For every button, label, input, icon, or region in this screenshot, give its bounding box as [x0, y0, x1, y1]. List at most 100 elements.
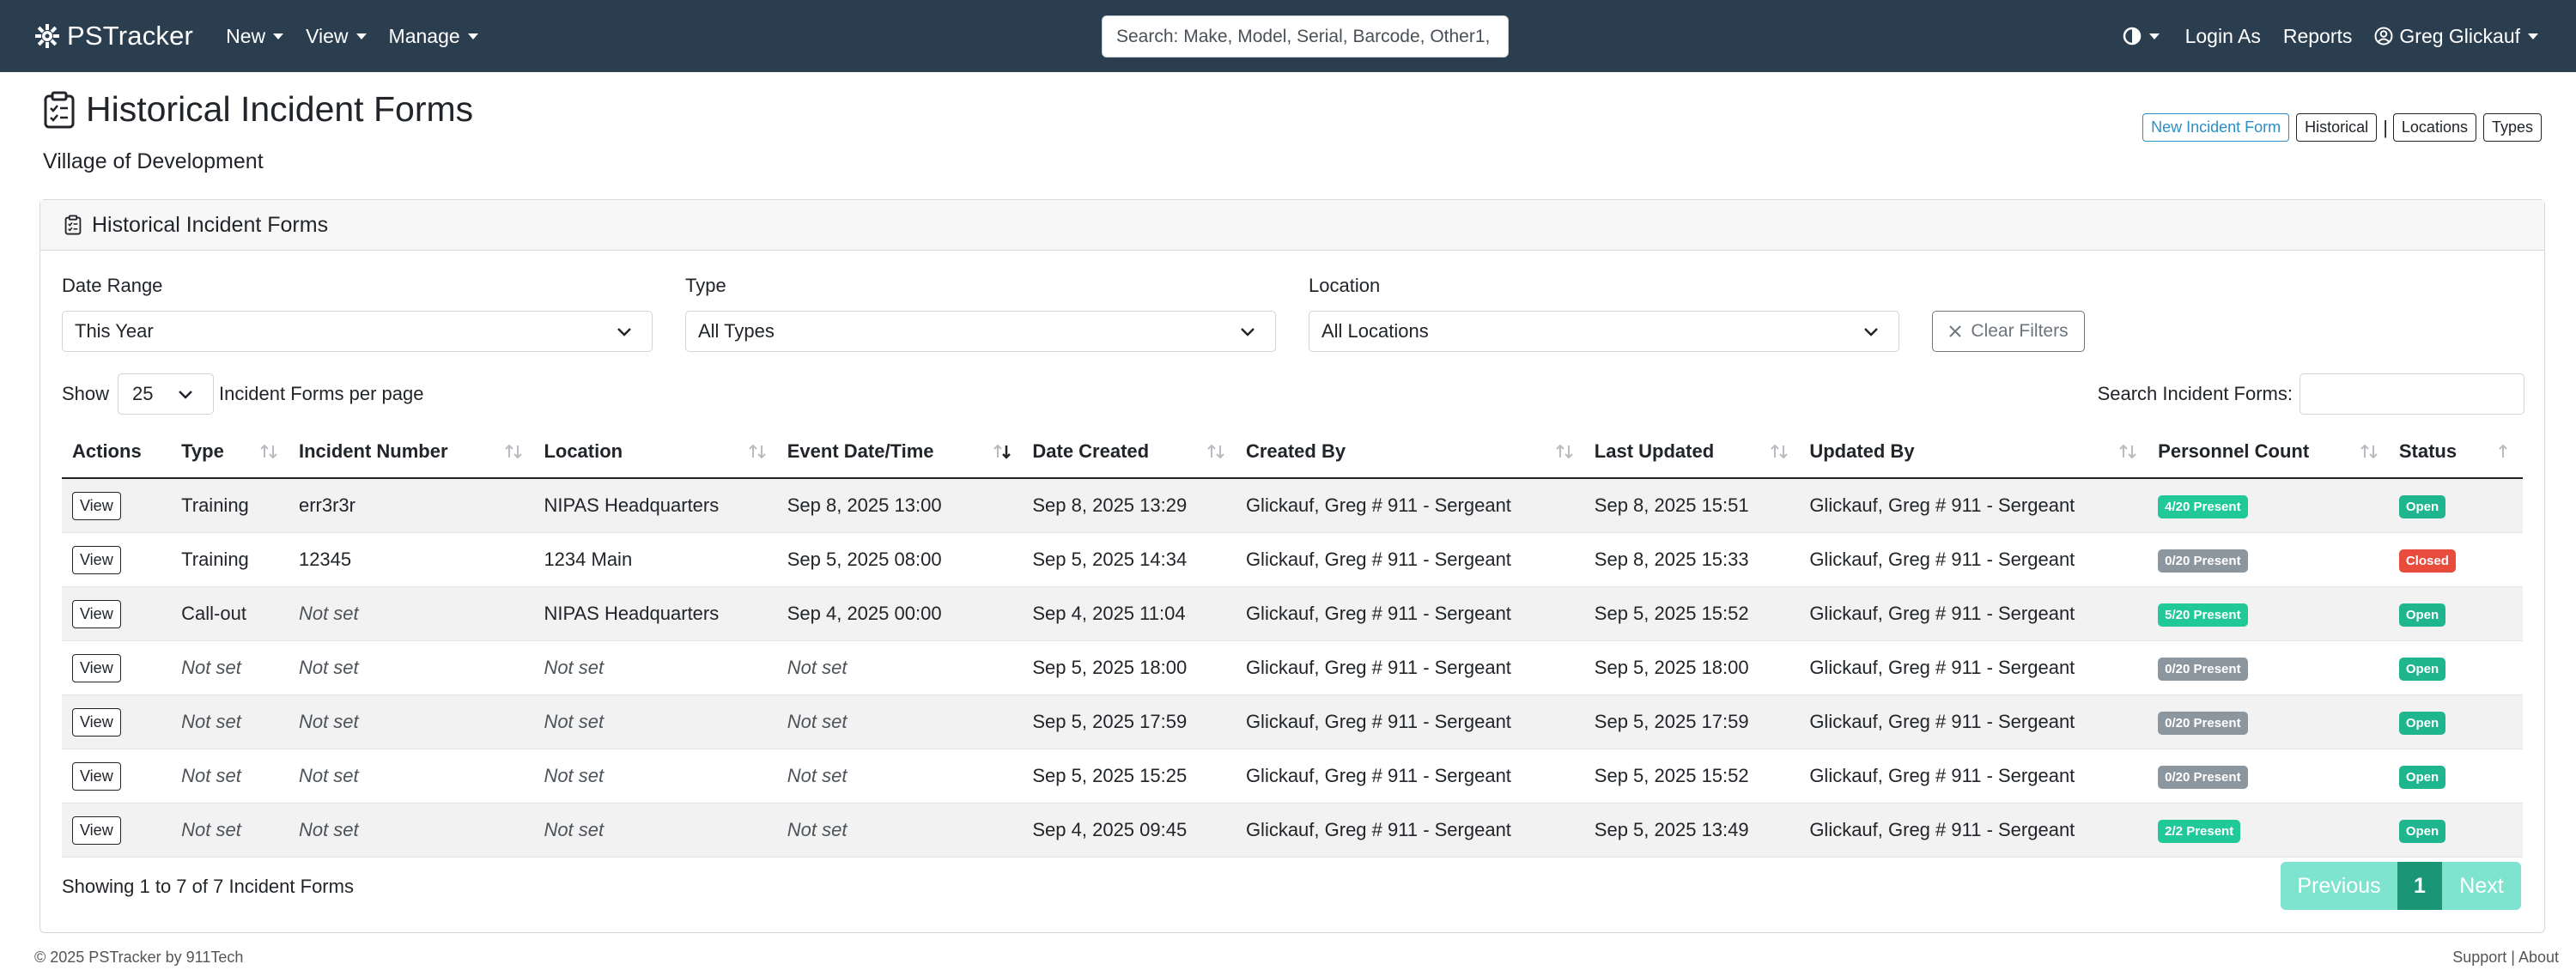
number-cell: Not set — [288, 803, 534, 858]
column-header: Actions — [62, 426, 172, 479]
updated-cell: Sep 8, 2025 15:51 — [1583, 478, 1800, 533]
column-header[interactable]: Type — [171, 426, 289, 479]
page-1-button[interactable]: 1 — [2397, 862, 2442, 910]
updated-cell: Sep 5, 2025 13:49 — [1583, 803, 1800, 858]
status-cell: Open — [2388, 640, 2523, 695]
number-cell: Not set — [288, 749, 534, 803]
global-search-input[interactable] — [1102, 15, 1509, 58]
card-header: Historical Incident Forms — [40, 200, 2544, 251]
created-by-cell: Glickauf, Greg # 911 - Sergeant — [1235, 749, 1584, 803]
type-cell: Call-out — [171, 586, 289, 641]
created-cell: Sep 5, 2025 14:34 — [1022, 532, 1236, 587]
brand-logo[interactable]: PSTracker — [34, 21, 193, 52]
actions-cell: View — [62, 803, 172, 858]
date-range-value: This Year — [75, 320, 154, 342]
event-cell: Not set — [776, 803, 1023, 858]
updated-cell: Sep 5, 2025 15:52 — [1583, 586, 1800, 641]
clear-filters-button[interactable]: Clear Filters — [1932, 311, 2085, 352]
created-by-cell: Glickauf, Greg # 911 - Sergeant — [1235, 694, 1584, 749]
contrast-icon — [2123, 27, 2141, 45]
location-select[interactable]: All Locations — [1309, 311, 1899, 352]
type-cell: Training — [171, 532, 289, 587]
updated-by-cell: Glickauf, Greg # 911 - Sergeant — [1799, 586, 2148, 641]
table-row: View Not set Not set Not set Not set Sep 4, 2… — [62, 803, 2523, 858]
menu-new[interactable]: New — [226, 25, 284, 48]
event-cell: Not set — [776, 640, 1023, 695]
status-cell: Closed — [2388, 532, 2523, 587]
updated-cell: Sep 8, 2025 15:33 — [1583, 532, 1800, 587]
reports-link[interactable]: Reports — [2283, 25, 2353, 48]
types-button[interactable]: Types — [2482, 113, 2542, 142]
column-header[interactable]: Created By — [1235, 426, 1584, 479]
column-header-label: Event Date/Time — [787, 440, 934, 462]
column-header[interactable]: Event Date/Time — [776, 426, 1023, 479]
locations-button[interactable]: Locations — [2392, 113, 2476, 142]
status-badge: Open — [2398, 603, 2446, 627]
type-cell: Not set — [171, 803, 289, 858]
user-name: Greg Glickauf — [2399, 24, 2520, 47]
event-cell: Sep 4, 2025 00:00 — [776, 586, 1023, 641]
date-range-select[interactable]: This Year — [62, 311, 653, 352]
table-header-row: Actions Type Incident Number Location Event … — [62, 426, 2523, 479]
footer-links[interactable]: Support | About — [2452, 949, 2559, 967]
event-cell: Sep 8, 2025 13:00 — [776, 478, 1023, 533]
updated-cell: Sep 5, 2025 18:00 — [1583, 640, 1800, 695]
button-separator: | — [2383, 116, 2388, 138]
personnel-cell: 0/20 Present — [2148, 532, 2389, 587]
view-button[interactable]: View — [72, 815, 121, 845]
user-menu[interactable]: Greg Glickauf — [2374, 25, 2538, 48]
personnel-cell: 2/2 Present — [2148, 803, 2389, 858]
table-search-input[interactable] — [2300, 373, 2524, 415]
search-label: Search Incident Forms: — [2097, 383, 2293, 404]
user-circle-icon — [2374, 27, 2393, 45]
location-cell: Not set — [533, 803, 777, 858]
view-button[interactable]: View — [72, 707, 121, 737]
clipboard-icon — [64, 215, 82, 235]
menu-view[interactable]: View — [306, 25, 367, 48]
view-button[interactable]: View — [72, 491, 121, 520]
new-incident-form-button[interactable]: New Incident Form — [2142, 113, 2290, 142]
chevron-down-icon — [179, 391, 192, 399]
historical-button[interactable]: Historical — [2296, 113, 2378, 142]
column-header[interactable]: Last Updated — [1583, 426, 1800, 479]
personnel-cell: 4/20 Present — [2148, 478, 2389, 533]
login-as-link[interactable]: Login As — [2185, 25, 2261, 48]
page-size-value: 25 — [132, 383, 154, 404]
personnel-badge: 0/20 Present — [2158, 711, 2248, 735]
type-cell: Training — [171, 478, 289, 533]
theme-toggle[interactable] — [2123, 27, 2160, 45]
created-by-cell: Glickauf, Greg # 911 - Sergeant — [1235, 803, 1584, 858]
brand-name: PSTracker — [67, 21, 194, 51]
column-header[interactable]: Status — [2388, 426, 2523, 479]
next-page-button[interactable]: Next — [2442, 862, 2521, 910]
column-header-label: Location — [544, 440, 623, 462]
view-button[interactable]: View — [72, 653, 121, 682]
previous-page-button[interactable]: Previous — [2281, 862, 2397, 910]
view-button[interactable]: View — [72, 545, 121, 574]
actions-cell: View — [62, 640, 172, 695]
table-search: Search Incident Forms: — [2098, 373, 2524, 415]
location-cell: Not set — [533, 640, 777, 695]
caret-down-icon — [2528, 33, 2538, 39]
column-header[interactable]: Date Created — [1022, 426, 1236, 479]
view-button[interactable]: View — [72, 599, 121, 628]
created-cell: Sep 4, 2025 11:04 — [1022, 586, 1236, 641]
organization-name: Village of Development — [43, 149, 264, 173]
status-cell: Open — [2388, 478, 2523, 533]
column-header[interactable]: Incident Number — [288, 426, 534, 479]
view-button[interactable]: View — [72, 761, 121, 791]
column-header[interactable]: Personnel Count — [2148, 426, 2389, 479]
close-icon — [1949, 325, 1962, 337]
number-cell: Not set — [288, 586, 534, 641]
created-cell: Sep 5, 2025 15:25 — [1022, 749, 1236, 803]
column-header-label: Incident Number — [298, 440, 448, 462]
menu-manage[interactable]: Manage — [389, 25, 478, 48]
type-cell: Not set — [171, 640, 289, 695]
page-size-select[interactable]: 25 — [118, 373, 215, 415]
type-select[interactable]: All Types — [685, 311, 1276, 352]
event-cell: Not set — [776, 694, 1023, 749]
menu-manage-label: Manage — [388, 24, 460, 47]
column-header[interactable]: Location — [533, 426, 777, 479]
table-info: Showing 1 to 7 of 7 Incident Forms — [62, 876, 354, 897]
column-header[interactable]: Updated By — [1799, 426, 2148, 479]
